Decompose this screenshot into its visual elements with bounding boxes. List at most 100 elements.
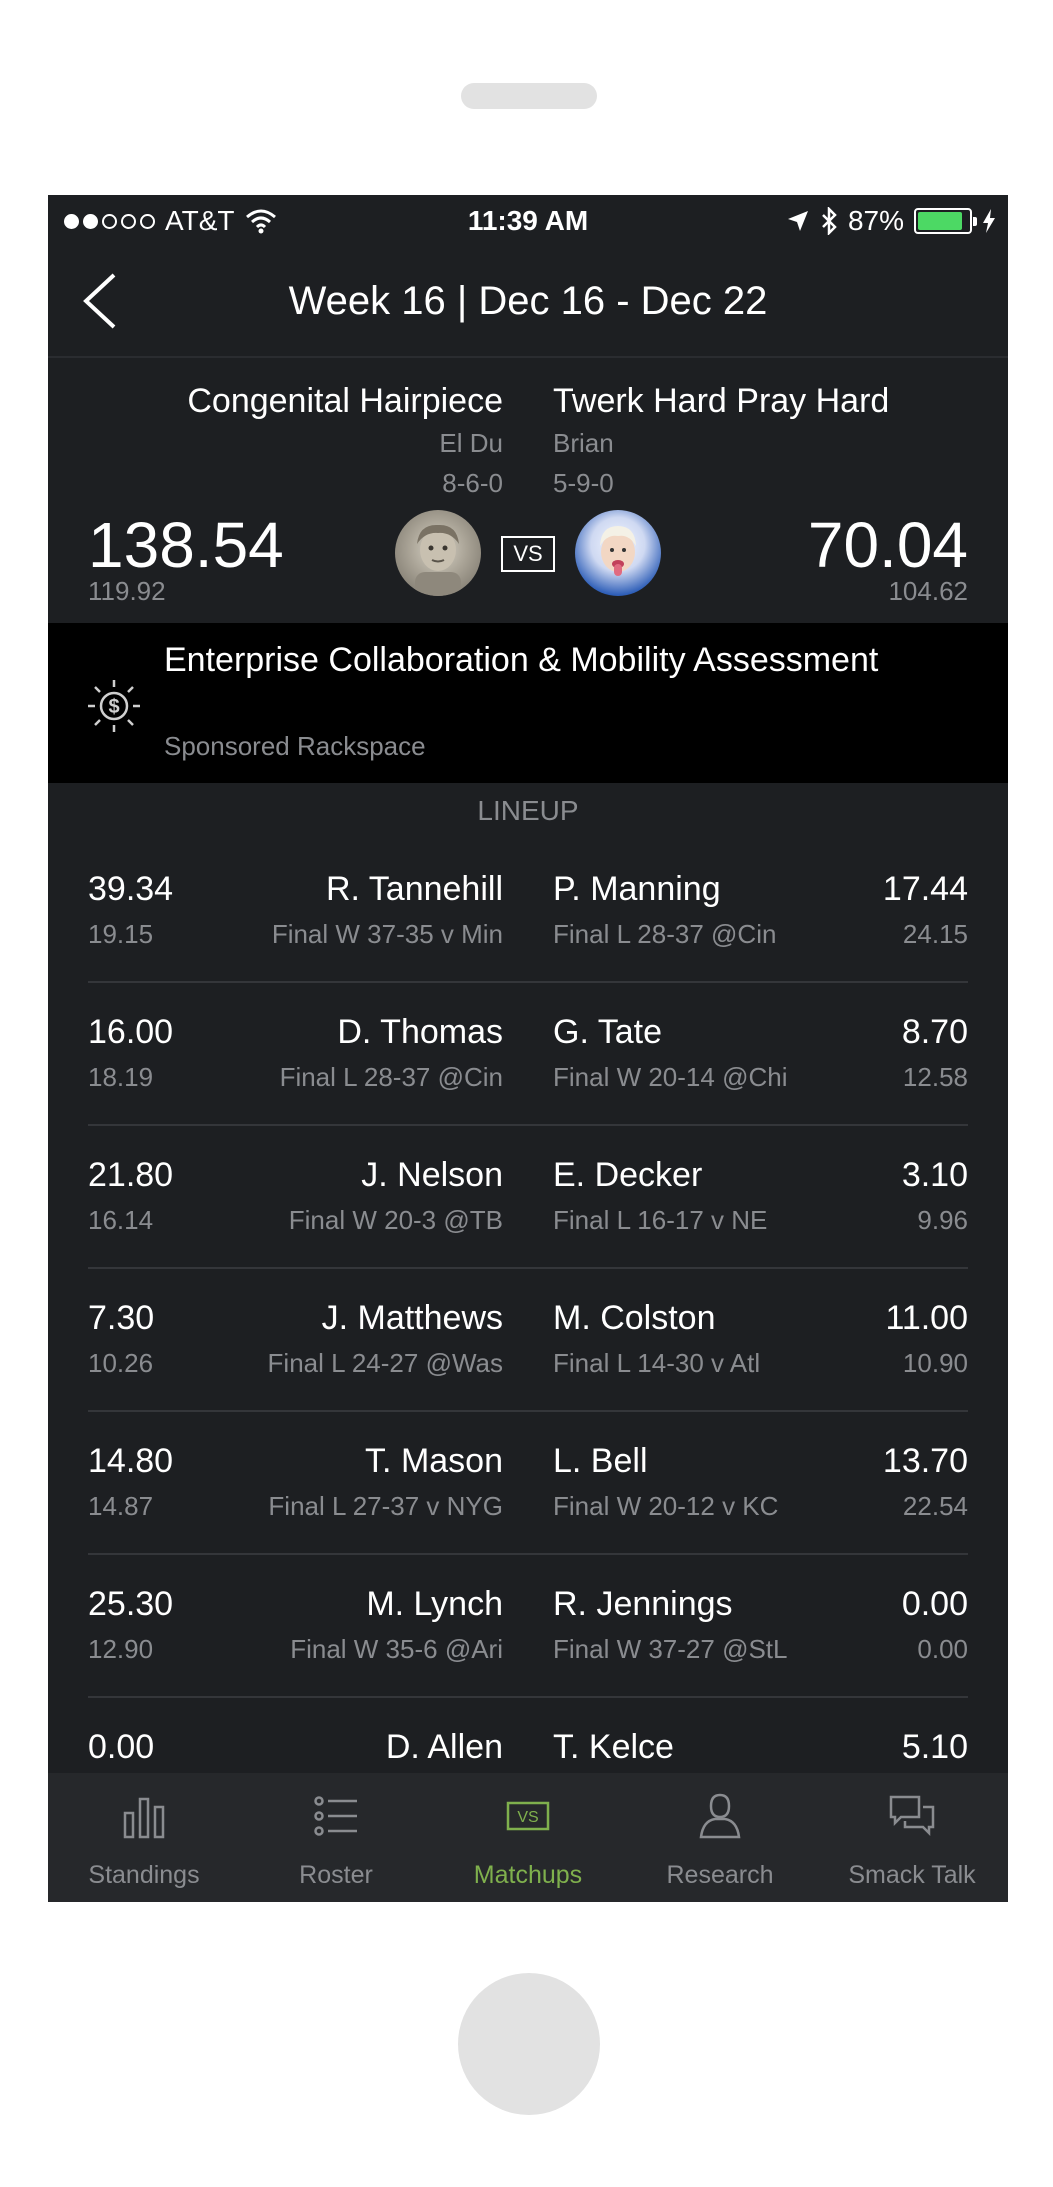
right-team-record: 5-9-0 — [553, 468, 614, 498]
right-player-points: 3.10 — [901, 1156, 968, 1194]
right-player-name[interactable]: E. Decker — [553, 1156, 702, 1195]
sponsored-title: Enterprise Collaboration & Mobility Asse… — [164, 641, 879, 679]
right-player-projected: 0.00 — [917, 1634, 968, 1664]
battery-fill — [918, 212, 962, 230]
right-player-name[interactable]: M. Colston — [553, 1299, 716, 1338]
sponsored-by: Sponsored Rackspace — [164, 731, 426, 761]
left-player-projected: 19.15 — [88, 919, 154, 949]
svg-text:VS: VS — [517, 1809, 538, 1826]
battery-percent: 87% — [847, 205, 904, 236]
status-bar: AT&T 11:39 AM 87% — [48, 195, 1008, 245]
left-player-projected: 10.26 — [88, 1348, 154, 1378]
right-team-projected: 104.62 — [888, 576, 968, 606]
lineup-row[interactable]: 25.30 12.90 M. Lynch Final W 35-6 @Ari R. Je… — [48, 1555, 1008, 1698]
right-player-points: 17.44 — [882, 870, 968, 908]
tab-label: Smack Talk — [848, 1861, 976, 1889]
left-team-projected: 119.92 — [88, 576, 166, 606]
right-player-projected: 24.15 — [902, 919, 968, 949]
left-player-result: Final L 27-37 v NYG — [268, 1491, 503, 1521]
sponsored-banner[interactable]: $ Enterprise Collaboration & Mobility As… — [48, 623, 1008, 783]
svg-text:$: $ — [108, 696, 119, 718]
right-team-name[interactable]: Twerk Hard Pray Hard — [553, 382, 889, 421]
lineup-row[interactable]: 16.00 18.19 D. Thomas Final L 28-37 @Cin G. … — [48, 983, 1008, 1126]
left-player-result: Final L 24-27 @Was — [267, 1348, 503, 1378]
left-player-points: 0.00 — [88, 1728, 155, 1766]
vs-badge: VS — [501, 536, 555, 572]
right-player-result: Final L 16-17 v NE — [553, 1205, 768, 1235]
vs-icon: VS — [506, 1801, 550, 1831]
right-player-points: 8.70 — [901, 1013, 968, 1051]
right-player-projected: 10.90 — [902, 1348, 968, 1378]
right-player-name[interactable]: P. Manning — [553, 870, 721, 909]
left-team-avatar[interactable] — [395, 510, 481, 596]
chat-bubbles-icon — [889, 1795, 935, 1837]
left-player-result: Final W 20-3 @TB — [288, 1205, 503, 1235]
lineup-row[interactable]: 7.30 10.26 J. Matthews Final L 24-27 @Was M.… — [48, 1269, 1008, 1412]
home-button[interactable] — [458, 1973, 600, 2115]
phone-speaker — [461, 83, 597, 109]
right-player-points: 11.00 — [885, 1299, 968, 1337]
lineup-row[interactable]: 21.80 16.14 J. Nelson Final W 20-3 @TB E. De… — [48, 1126, 1008, 1269]
tab-smack-talk[interactable]: Smack Talk — [816, 1773, 1008, 1902]
bar-chart-icon — [123, 1797, 165, 1839]
navigation-bar: Week 16 | Dec 16 - Dec 22 — [48, 245, 1008, 358]
tab-matchups[interactable]: VS Matchups — [432, 1773, 624, 1902]
tab-label: Standings — [88, 1861, 200, 1889]
location-arrow-icon — [787, 211, 808, 231]
right-player-result: Final W 20-14 @Chi — [553, 1062, 788, 1092]
right-player-name[interactable]: R. Jennings — [553, 1585, 733, 1624]
left-player-name[interactable]: M. Lynch — [366, 1585, 503, 1624]
left-player-points: 14.80 — [88, 1442, 174, 1480]
right-team-owner: Brian — [553, 428, 614, 458]
left-player-name[interactable]: T. Mason — [365, 1442, 503, 1481]
left-player-points: 16.00 — [88, 1013, 174, 1051]
list-icon — [314, 1796, 357, 1836]
page-title: Week 16 | Dec 16 - Dec 22 — [288, 279, 768, 323]
matchup-header: Congenital Hairpiece El Du 8-6-0 138.54 … — [48, 360, 1008, 622]
right-player-name[interactable]: G. Tate — [553, 1013, 662, 1052]
tab-label: Research — [666, 1861, 774, 1889]
tab-standings[interactable]: Standings — [48, 1773, 240, 1902]
right-player-projected: 12.58 — [902, 1062, 968, 1092]
left-player-points: 39.34 — [88, 870, 174, 908]
person-photo-icon — [600, 526, 636, 576]
right-player-projected: 22.54 — [902, 1491, 968, 1521]
left-team-score: 138.54 — [88, 509, 284, 581]
right-team-score: 70.04 — [807, 509, 968, 581]
tab-roster[interactable]: Roster — [240, 1773, 432, 1902]
left-player-name[interactable]: J. Matthews — [322, 1299, 503, 1338]
left-player-projected: 12.90 — [88, 1634, 154, 1664]
lineup-header: LINEUP — [477, 795, 579, 826]
right-player-result: Final W 20-12 v KC — [553, 1491, 779, 1521]
left-player-name[interactable]: J. Nelson — [361, 1156, 503, 1195]
left-player-result: Final L 28-37 @Cin — [279, 1062, 503, 1092]
status-right: 87% — [786, 205, 996, 237]
person-icon — [699, 1793, 741, 1839]
left-player-name[interactable]: D. Allen — [386, 1728, 503, 1767]
right-player-points: 0.00 — [901, 1585, 968, 1623]
battery-icon — [914, 208, 977, 234]
left-player-projected: 18.19 — [88, 1062, 154, 1092]
left-player-name[interactable]: D. Thomas — [337, 1013, 503, 1052]
lineup-row[interactable]: 14.80 14.87 T. Mason Final L 27-37 v NYG L. … — [48, 1412, 1008, 1555]
right-player-points: 5.10 — [901, 1728, 968, 1766]
tab-label: Matchups — [473, 1861, 583, 1889]
left-player-projected: 14.87 — [88, 1491, 154, 1521]
left-player-result: Final W 37-35 v Min — [271, 919, 503, 949]
right-player-name[interactable]: L. Bell — [553, 1442, 648, 1481]
left-player-points: 21.80 — [88, 1156, 174, 1194]
left-player-name[interactable]: R. Tannehill — [326, 870, 503, 909]
right-player-result: Final L 28-37 @Cin — [553, 919, 777, 949]
tab-research[interactable]: Research — [624, 1773, 816, 1902]
right-team-avatar[interactable] — [575, 510, 661, 596]
left-player-result: Final W 35-6 @Ari — [290, 1634, 503, 1664]
left-player-points: 25.30 — [88, 1585, 174, 1623]
right-player-name[interactable]: T. Kelce — [553, 1728, 674, 1767]
bluetooth-icon — [822, 207, 837, 235]
app-screen: AT&T 11:39 AM 87% Week 16 | Dec 16 - Dec… — [48, 195, 1008, 1902]
left-team-name[interactable]: Congenital Hairpiece — [187, 382, 503, 421]
left-team-owner: El Du — [439, 428, 503, 458]
child-photo-icon — [415, 524, 461, 596]
charging-bolt-icon — [983, 209, 995, 233]
lineup-row[interactable]: 39.34 19.15 R. Tannehill Final W 37-35 v Mi… — [48, 840, 1008, 983]
